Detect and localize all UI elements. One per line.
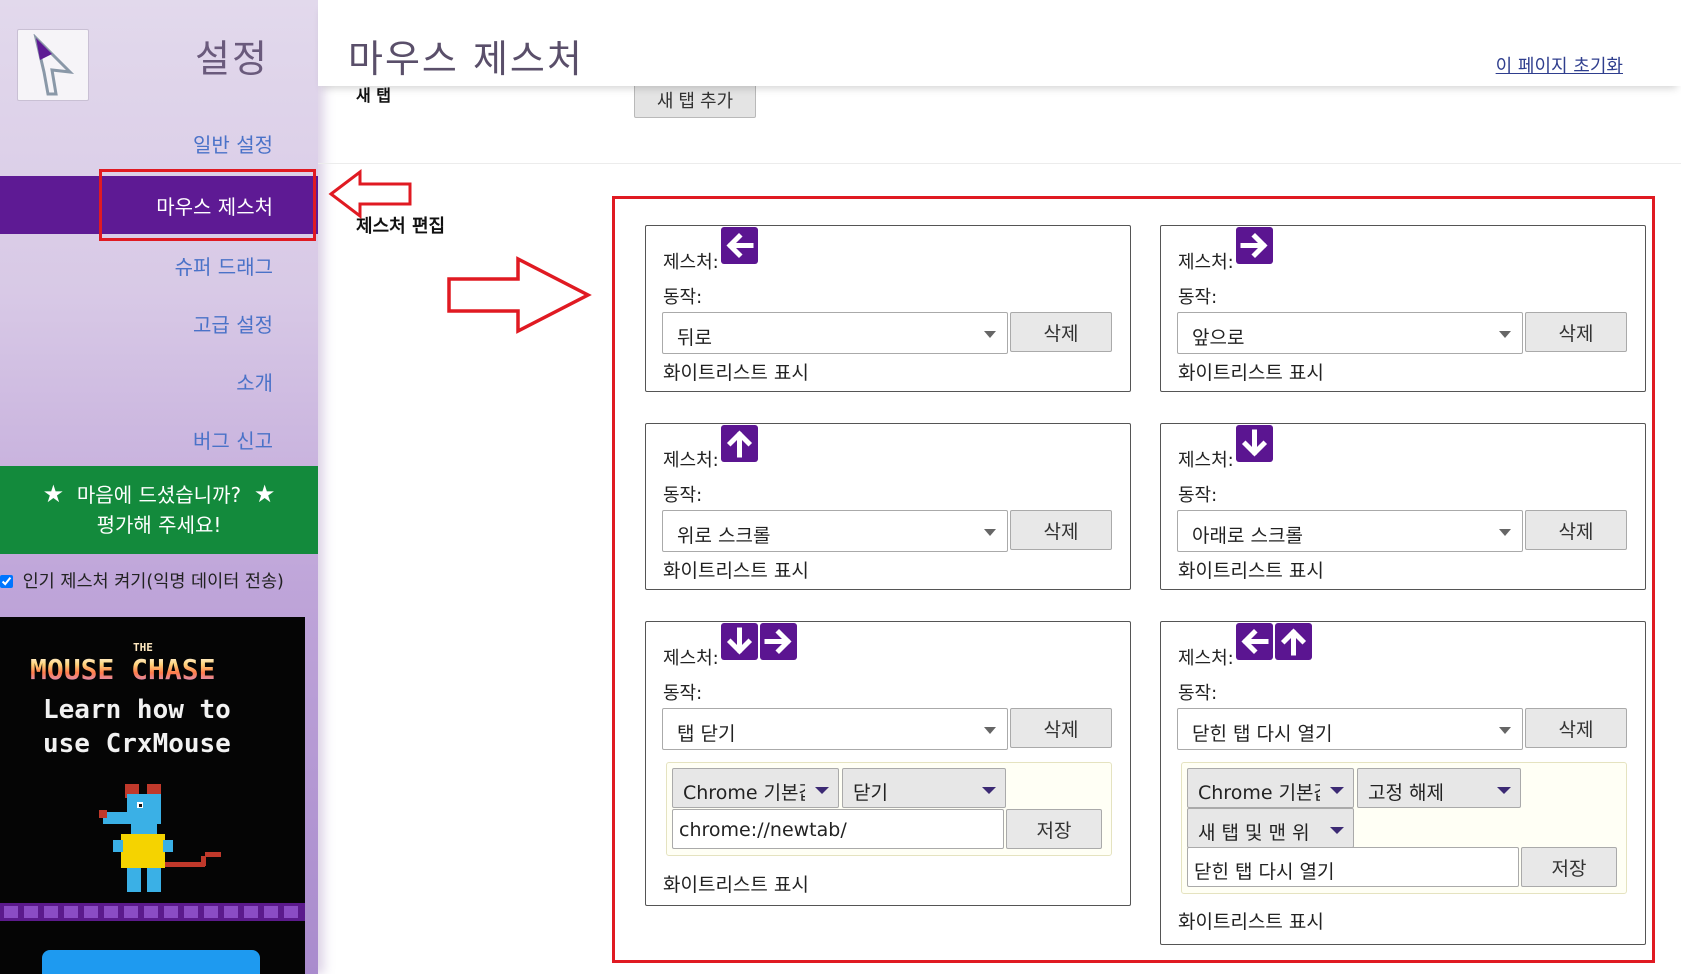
annotation-arrow-left-icon [328,168,412,220]
mouse-chase-ad[interactable]: THE MOUSE CHASE Learn how to use CrxMous… [0,617,305,974]
annotation-arrow-right-icon [447,256,592,334]
mouse-character-icon [99,784,221,892]
ad-floor-tiles [0,903,305,921]
page-header: 마우스 제스처 이 페이지 초기화 [318,0,1681,86]
annotation-highlight-nav [99,169,316,241]
reset-page-link[interactable]: 이 페이지 초기화 [1496,52,1623,78]
add-new-tab-button[interactable]: 새 탭 추가 [634,86,756,118]
popular-gesture-row: 인기 제스처 켜기(익명 데이터 전송) [0,568,284,593]
cursor-arrow-icon [33,34,75,96]
popular-gesture-label: 인기 제스처 켜기(익명 데이터 전송) [22,572,284,592]
popular-gesture-checkbox[interactable] [0,575,13,588]
annotation-highlight-cards [612,196,1655,963]
ad-title: MOUSE CHASE [30,653,216,686]
sidebar-item-bug-report[interactable]: 버그 신고 [193,425,273,454]
sidebar-item-super-drag[interactable]: 슈퍼 드래그 [175,251,273,280]
rate-us-banner[interactable]: ★ 마음에 드셨습니까? ★ 평가해 주세요! [0,466,318,554]
settings-title: 설정 [195,37,269,81]
sidebar-item-advanced[interactable]: 고급 설정 [193,309,273,338]
star-icon: ★ [42,480,65,508]
sidebar-item-general[interactable]: 일반 설정 [193,129,273,158]
sidebar-item-about[interactable]: 소개 [236,367,273,396]
ad-line-1: Learn how to [43,695,231,725]
ad-cta-button[interactable] [42,950,260,974]
ad-line-2: use CrxMouse [43,729,231,759]
page-title: 마우스 제스처 [348,37,584,81]
rate-line-2: 평가해 주세요! [96,513,222,537]
app-logo [17,29,89,101]
rate-line-1: 마음에 드셨습니까? [76,483,242,507]
star-icon: ★ [253,480,276,508]
section-divider [318,163,1681,164]
sidebar: 설정 일반 설정 마우스 제스처 슈퍼 드래그 고급 설정 소개 버그 신고 ★… [0,0,318,974]
